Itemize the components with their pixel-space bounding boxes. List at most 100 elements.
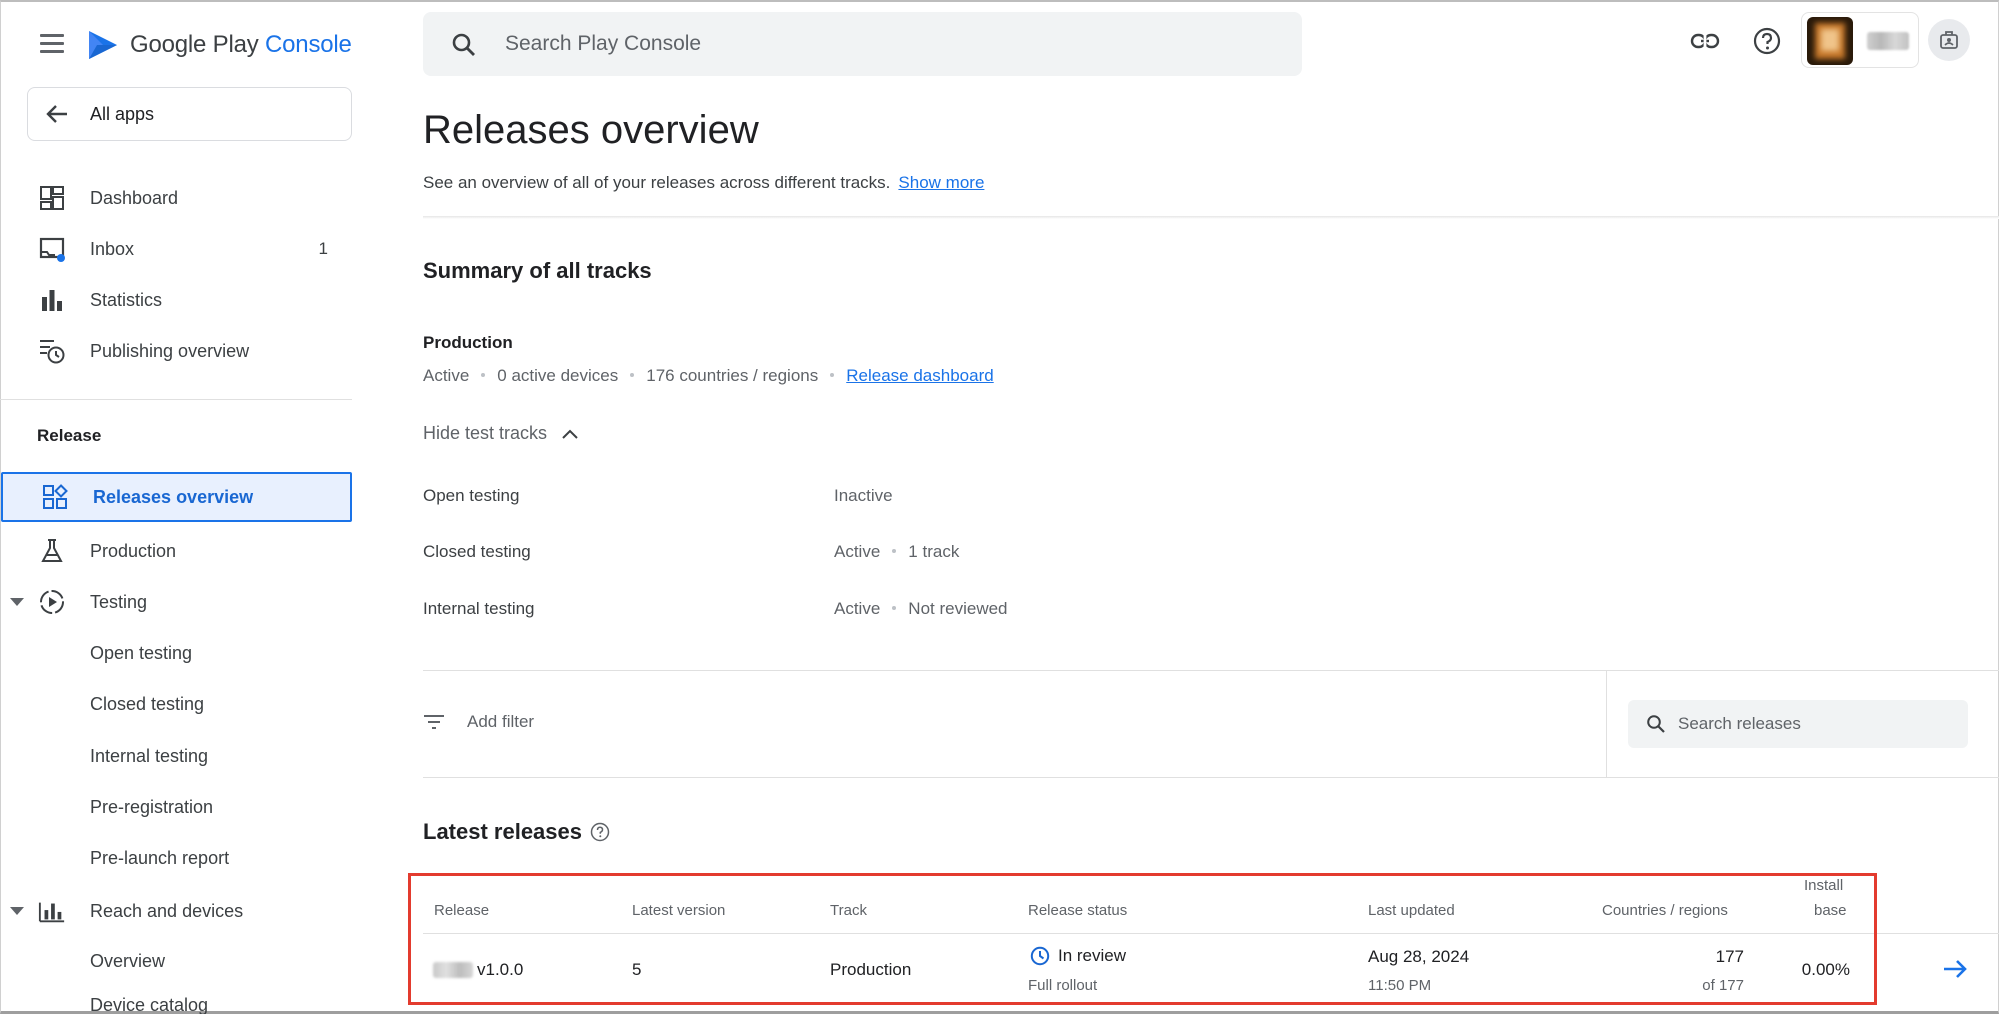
summary-title: Summary of all tracks [423,258,652,283]
publishing-icon [38,337,66,365]
column-header-release[interactable]: Release [434,902,489,919]
help-outline-icon[interactable] [590,822,610,842]
search-icon [1647,715,1665,733]
add-filter-button[interactable]: Add filter [423,712,534,732]
sidebar-item-testing[interactable]: Testing [0,577,352,627]
column-header-last-updated[interactable]: Last updated [1368,902,1455,919]
reach-devices-icon [38,897,66,925]
column-header-latest-version[interactable]: Latest version [632,902,725,919]
all-apps-label: All apps [90,103,155,124]
release-status-sub: Full rollout [1028,977,1098,994]
sidebar: Google Play Console All apps Dashboard I… [0,0,360,1014]
sidebar-item-label: Pre-launch report [90,847,230,868]
separator-dot [481,372,486,377]
sidebar-item-production[interactable]: Production [0,526,352,576]
play-console-logo-icon [89,31,117,59]
sidebar-item-open-testing[interactable]: Open testing [0,630,352,676]
track-row-closed-testing: Closed testing Active 1 track [423,542,1323,572]
sidebar-item-internal-testing[interactable]: Internal testing [0,733,352,779]
sidebar-item-releases-overview[interactable]: Releases overview [1,472,352,522]
filter-divider [423,777,1999,778]
sidebar-item-label: Dashboard [90,187,179,208]
sidebar-item-label: Publishing overview [90,340,250,361]
link-icon[interactable] [1688,24,1722,58]
track-row-open-testing: Open testing Inactive [423,486,1323,516]
sidebar-item-reach-and-devices[interactable]: Reach and devices [0,886,352,936]
column-header-release-status[interactable]: Release status [1028,902,1127,919]
play-console-logo[interactable]: Google Play Console [86,25,352,65]
sidebar-item-dashboard[interactable]: Dashboard [0,173,352,223]
inbox-icon [38,235,66,263]
show-more-link[interactable]: Show more [898,173,984,192]
sidebar-item-publishing-overview[interactable]: Publishing overview [0,326,352,376]
install-base-value: 0.00% [1801,960,1850,979]
search-releases-input[interactable]: Search releases [1628,700,1968,748]
sidebar-item-label: Internal testing [90,745,209,766]
sidebar-item-label: Production [90,540,177,561]
search-releases-placeholder: Search releases [1678,714,1801,733]
sidebar-item-pre-launch-report[interactable]: Pre-launch report [0,835,352,881]
separator-dot [830,372,835,377]
last-updated-date: Aug 28, 2024 [1368,947,1470,966]
hamburger-menu-icon[interactable] [36,30,68,58]
track-status: Active Not reviewed [834,599,1008,618]
table-header-divider [423,933,1999,934]
separator-dot [630,372,635,377]
sidebar-item-device-catalog[interactable]: Device catalog [0,989,352,1014]
all-apps-button[interactable]: All apps [27,87,352,141]
releases-overview-icon [41,483,69,511]
production-track-meta: Active 0 active devices 176 countries / re… [423,366,994,386]
chevron-down-icon[interactable] [10,907,24,915]
search-input[interactable]: Search Play Console [423,12,1302,76]
column-header-install-base-line2: base [1814,902,1847,919]
release-dashboard-link[interactable]: Release dashboard [846,366,993,385]
sidebar-item-label: Device catalog [90,995,209,1014]
arrow-forward-icon[interactable] [1941,958,1969,980]
sidebar-divider [0,399,352,400]
sidebar-item-pre-registration[interactable]: Pre-registration [0,784,352,830]
account-switcher[interactable] [1801,12,1919,68]
track: Production [830,960,912,979]
clock-icon [1030,946,1050,966]
track-status: Inactive [834,486,893,505]
page-description-text: See an overview of all of your releases … [423,173,891,192]
testing-icon [38,588,66,616]
sidebar-item-label: Reach and devices [90,900,244,921]
track-name: Open testing [423,486,520,505]
sidebar-item-reach-overview[interactable]: Overview [0,938,352,984]
hide-test-tracks-label: Hide test tracks [423,423,548,443]
production-devices: 0 active devices [497,366,619,385]
track-row-internal-testing: Internal testing Active Not reviewed [423,599,1323,629]
sidebar-item-closed-testing[interactable]: Closed testing [0,681,352,727]
production-track-name: Production [423,333,513,352]
latest-releases-title: Latest releases [423,819,610,845]
sidebar-item-label: Closed testing [90,693,205,714]
chevron-down-icon[interactable] [10,598,24,606]
header-divider [423,216,1999,219]
column-header-install-base[interactable]: Install [1804,877,1843,894]
hide-test-tracks-toggle[interactable]: Hide test tracks [423,423,579,444]
column-header-countries[interactable]: Countries / regions [1602,902,1728,919]
last-updated-time: 11:50 PM [1368,977,1432,994]
production-status: Active [423,366,470,385]
search-placeholder: Search Play Console [505,32,702,55]
help-icon[interactable] [1750,24,1784,58]
sidebar-item-inbox[interactable]: Inbox 1 [0,224,352,274]
track-name: Internal testing [423,599,535,618]
latest-version: 5 [632,960,642,979]
search-icon [452,33,475,56]
column-header-track[interactable]: Track [830,902,867,919]
avatar [1807,17,1853,65]
sidebar-item-statistics[interactable]: Statistics [0,275,352,325]
arrow-back-icon [46,105,67,123]
sidebar-item-label: Releases overview [93,486,254,507]
production-countries: 176 countries / regions [646,366,819,385]
release-name: v1.0.0 [477,960,524,979]
release-status: In review [1030,946,1126,966]
filter-divider [423,670,1999,671]
dashboard-icon [38,184,66,212]
sidebar-item-label: Pre-registration [90,796,214,817]
sidebar-item-label: Statistics [90,289,163,310]
notifications-icon[interactable] [1928,19,1970,61]
production-icon [38,537,66,565]
